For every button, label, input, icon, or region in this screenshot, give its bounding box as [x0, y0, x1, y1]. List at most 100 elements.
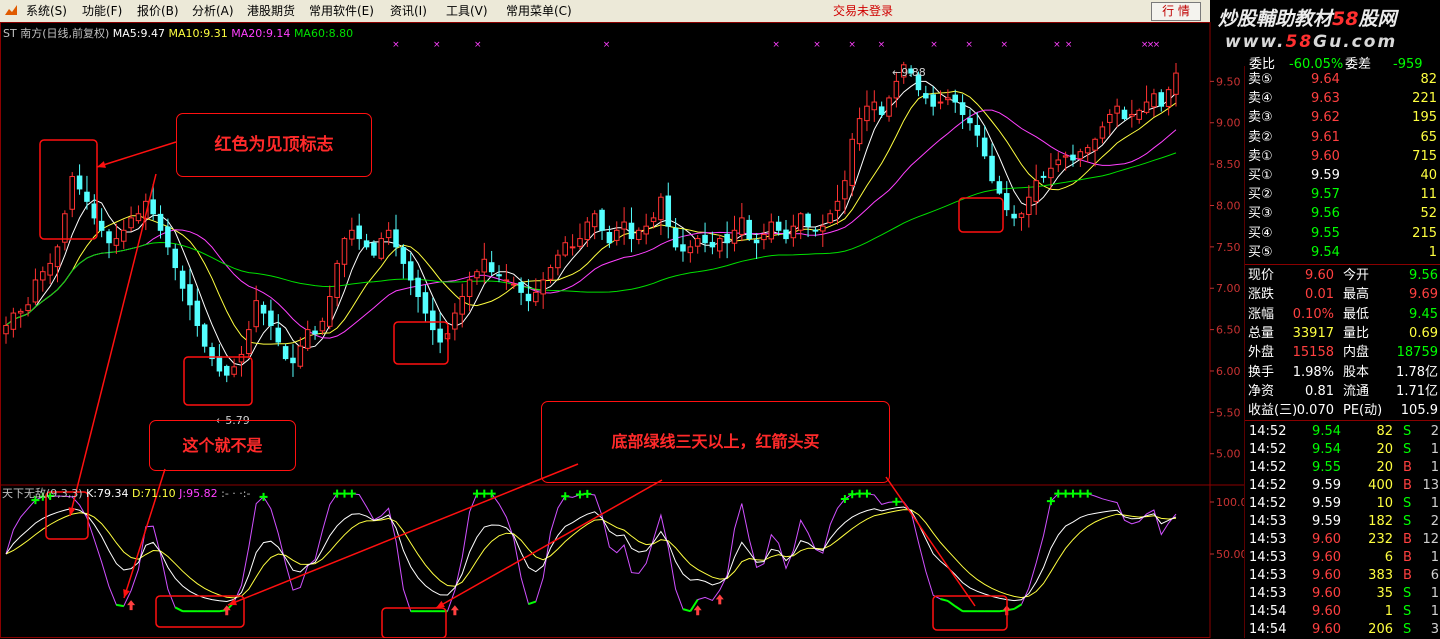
candle-up	[650, 217, 657, 223]
order-book-row: 买⑤ 9.54 1	[1245, 243, 1440, 262]
tick-row: 14:53 9.60 6 B 1	[1245, 548, 1440, 567]
candle-down	[201, 324, 208, 347]
candle-down	[165, 226, 171, 248]
candle-up	[32, 279, 39, 303]
menu-hk-futures[interactable]: 港股期货	[247, 0, 295, 22]
order-book-price: 9.57	[1311, 187, 1340, 203]
buy-arrow-icon	[693, 605, 702, 616]
signal-marker: ×	[433, 40, 441, 50]
candle-up	[25, 304, 31, 312]
tick-volume: 6	[1384, 550, 1393, 565]
price-tick-label: 8.50	[1216, 158, 1241, 171]
tick-count: 3	[1430, 622, 1439, 637]
tick-row: 14:52 9.59 10 S 1	[1245, 494, 1440, 513]
candle-up	[54, 246, 61, 268]
stat-value: 0.070	[1296, 403, 1334, 419]
tick-count: 1	[1430, 604, 1439, 619]
buy-arrow-icon	[450, 605, 459, 616]
top-signal-icon	[480, 489, 489, 498]
candle-up	[334, 262, 340, 298]
order-book-price: 9.60	[1311, 148, 1340, 164]
candle-up	[1084, 147, 1091, 154]
order-book-label: 卖④	[1248, 91, 1273, 107]
tick-price: 9.59	[1312, 478, 1341, 493]
stat-row: 总量 33917 量比 0.69	[1245, 324, 1440, 343]
kdj-j-line	[5, 493, 1177, 612]
candle-up	[584, 221, 591, 241]
indicator-d: D:71.10	[132, 487, 176, 500]
candle-up	[591, 213, 598, 228]
quote-button[interactable]: 行 情	[1151, 2, 1201, 21]
tick-row: 14:53 9.60 232 B 12	[1245, 530, 1440, 549]
candle-up	[1048, 167, 1054, 179]
order-book-volume: 215	[1412, 225, 1437, 241]
top-signal-icon	[340, 489, 349, 498]
signal-marker: ×	[392, 40, 400, 50]
candle-down	[400, 247, 407, 264]
signal-marker: ×	[474, 40, 482, 50]
price-tick-label: 8.00	[1216, 199, 1241, 212]
stat-row: 涨幅 0.10% 最低 9.45	[1245, 305, 1440, 324]
bottom-signal-segment	[528, 600, 537, 605]
signal-marker: ×	[965, 40, 973, 50]
price-tick-label: 6.50	[1216, 324, 1241, 337]
candle-up	[945, 97, 951, 101]
stat-value: 1.98%	[1292, 364, 1334, 380]
annotation-arrowhead-icon	[97, 161, 106, 168]
order-book-price: 9.59	[1311, 168, 1340, 183]
signal-marker: ×	[930, 40, 938, 50]
candle-up	[1143, 101, 1150, 113]
tick-row: 14:53 9.60 35 S 1	[1245, 584, 1440, 603]
candle-up	[238, 353, 245, 363]
stat-value: 15158	[1292, 345, 1334, 361]
menu-analysis[interactable]: 分析(A)	[192, 0, 234, 22]
candle-down	[1040, 175, 1047, 178]
order-book-volume: 11	[1420, 187, 1437, 203]
bottom-signal-segment	[1013, 603, 1022, 610]
highlight-top-box	[39, 139, 98, 240]
stat-label: 总量	[1248, 325, 1275, 341]
candle-up	[17, 310, 24, 314]
indicator-k: K:79.34	[86, 487, 129, 500]
menu-system[interactable]: 系统(S)	[26, 0, 67, 22]
candle-down	[1070, 154, 1076, 161]
candle-down	[1011, 213, 1017, 219]
tick-side: B	[1403, 478, 1412, 493]
order-book-row: 买③ 9.56 52	[1245, 204, 1440, 223]
tick-side: B	[1403, 532, 1412, 547]
candle-down	[371, 242, 377, 256]
tick-volume: 10	[1376, 496, 1393, 511]
order-book-label: 买①	[1248, 168, 1273, 183]
stat-label: 内盘	[1343, 345, 1370, 361]
candle-up	[820, 225, 826, 232]
menu-news[interactable]: 资讯(I)	[390, 0, 427, 22]
stat-label: 今开	[1343, 268, 1370, 283]
top-signal-icon	[848, 490, 857, 499]
order-book-row: 卖② 9.61 65	[1245, 128, 1440, 147]
menu-common-software[interactable]: 常用软件(E)	[309, 0, 374, 22]
menu-quote[interactable]: 报价(B)	[137, 0, 179, 22]
menu-common-menu[interactable]: 常用菜单(C)	[506, 0, 572, 22]
price-tick-label: 7.00	[1216, 282, 1241, 295]
kdj-k-line	[5, 506, 1177, 603]
candle-down	[488, 262, 495, 273]
candle-up	[341, 238, 348, 265]
tick-side: S	[1403, 622, 1412, 637]
stat-label: PE(动)	[1343, 403, 1383, 419]
stat-label: 最高	[1343, 287, 1370, 303]
candle-down	[150, 199, 156, 215]
candle-up	[658, 196, 664, 221]
menu-function[interactable]: 功能(F)	[82, 0, 122, 22]
candle-up	[452, 312, 458, 330]
candle-up	[120, 229, 127, 242]
order-book-price: 9.55	[1311, 225, 1340, 241]
candle-down	[606, 232, 613, 244]
candle-down	[268, 310, 274, 326]
candle-down	[753, 239, 760, 244]
bottom-signal-segment	[940, 598, 949, 602]
trade-login-status[interactable]: 交易未登录	[833, 0, 893, 22]
candle-down	[172, 248, 179, 269]
candle-up	[510, 283, 517, 286]
tick-time: 14:52	[1249, 442, 1287, 457]
menu-tools[interactable]: 工具(V)	[446, 0, 488, 22]
